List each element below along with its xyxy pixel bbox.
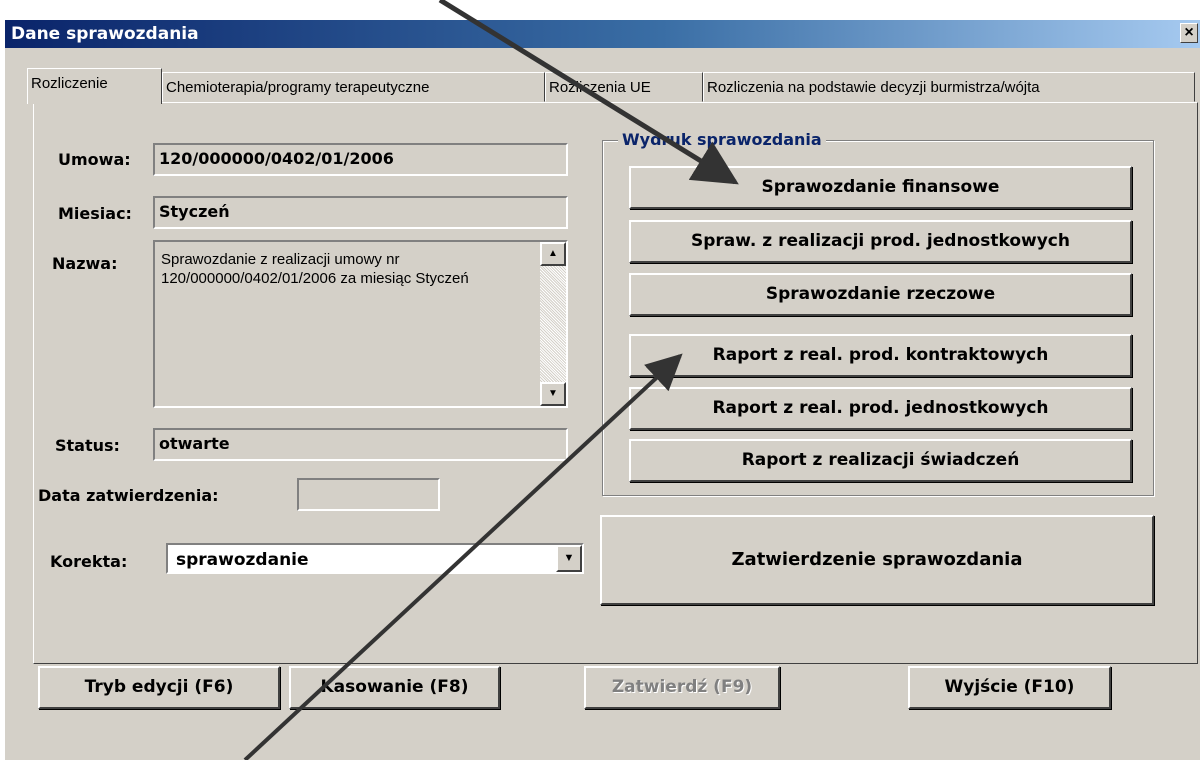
miesiac-field[interactable]: Styczeń bbox=[153, 196, 568, 229]
raport-prod-jednostkowych-button[interactable]: Raport z real. prod. jednostkowych bbox=[629, 387, 1132, 430]
miesiac-label: Miesiac: bbox=[58, 204, 132, 223]
korekta-select[interactable]: sprawozdanie ▼ bbox=[166, 543, 584, 574]
tab-rozliczenie[interactable]: Rozliczenie bbox=[27, 68, 162, 104]
data-zatwierdzenia-field[interactable] bbox=[297, 478, 440, 511]
sprawozdanie-rzeczowe-button[interactable]: Sprawozdanie rzeczowe bbox=[629, 273, 1132, 316]
data-zatwierdzenia-label: Data zatwierdzenia: bbox=[38, 486, 219, 505]
tab-chemioterapia[interactable]: Chemioterapia/programy terapeutyczne bbox=[162, 72, 545, 102]
raport-realizacji-swiadczen-button[interactable]: Raport z realizacji świadczeń bbox=[629, 439, 1132, 482]
up-arrow-icon[interactable]: ▲ bbox=[540, 242, 566, 266]
print-group-title: Wydruk sprawozdania bbox=[618, 130, 826, 149]
nazwa-memo[interactable]: Sprawozdanie z realizacji umowy nr 120/0… bbox=[153, 240, 568, 408]
status-field[interactable]: otwarte bbox=[153, 428, 568, 461]
umowa-field[interactable]: 120/000000/0402/01/2006 bbox=[153, 143, 568, 176]
korekta-label: Korekta: bbox=[50, 552, 128, 571]
umowa-label: Umowa: bbox=[58, 150, 131, 169]
spraw-prod-jednostkowych-button[interactable]: Spraw. z realizacji prod. jednostkowych bbox=[629, 220, 1132, 263]
zatwierdz-button[interactable]: Zatwierdź (F9) bbox=[584, 666, 780, 709]
kasowanie-button[interactable]: Kasowanie (F8) bbox=[289, 666, 500, 709]
down-arrow-icon[interactable]: ▼ bbox=[540, 382, 566, 406]
korekta-value: sprawozdanie bbox=[176, 550, 309, 570]
status-label: Status: bbox=[55, 436, 120, 455]
zatwierdzenie-sprawozdania-button[interactable]: Zatwierdzenie sprawozdania bbox=[600, 515, 1154, 605]
close-button[interactable]: × bbox=[1180, 23, 1198, 43]
tab-rozliczenia-ue[interactable]: Rozliczenia UE bbox=[545, 72, 703, 102]
window-title: Dane sprawozdania bbox=[11, 24, 199, 44]
title-bar[interactable]: Dane sprawozdania × bbox=[5, 20, 1200, 48]
raport-prod-kontraktowych-button[interactable]: Raport z real. prod. kontraktowych bbox=[629, 334, 1132, 377]
tab-decyzje-burmistrza[interactable]: Rozliczenia na podstawie decyzji burmist… bbox=[703, 72, 1195, 102]
tryb-edycji-button[interactable]: Tryb edycji (F6) bbox=[38, 666, 280, 709]
nazwa-text: Sprawozdanie z realizacji umowy nr 120/0… bbox=[161, 251, 469, 287]
vertical-scrollbar[interactable]: ▲ ▼ bbox=[540, 242, 566, 406]
wyjscie-button[interactable]: Wyjście (F10) bbox=[908, 666, 1111, 709]
nazwa-label: Nazwa: bbox=[52, 254, 118, 273]
sprawozdanie-finansowe-button[interactable]: Sprawozdanie finansowe bbox=[629, 166, 1132, 209]
dropdown-arrow-icon[interactable]: ▼ bbox=[556, 545, 582, 572]
